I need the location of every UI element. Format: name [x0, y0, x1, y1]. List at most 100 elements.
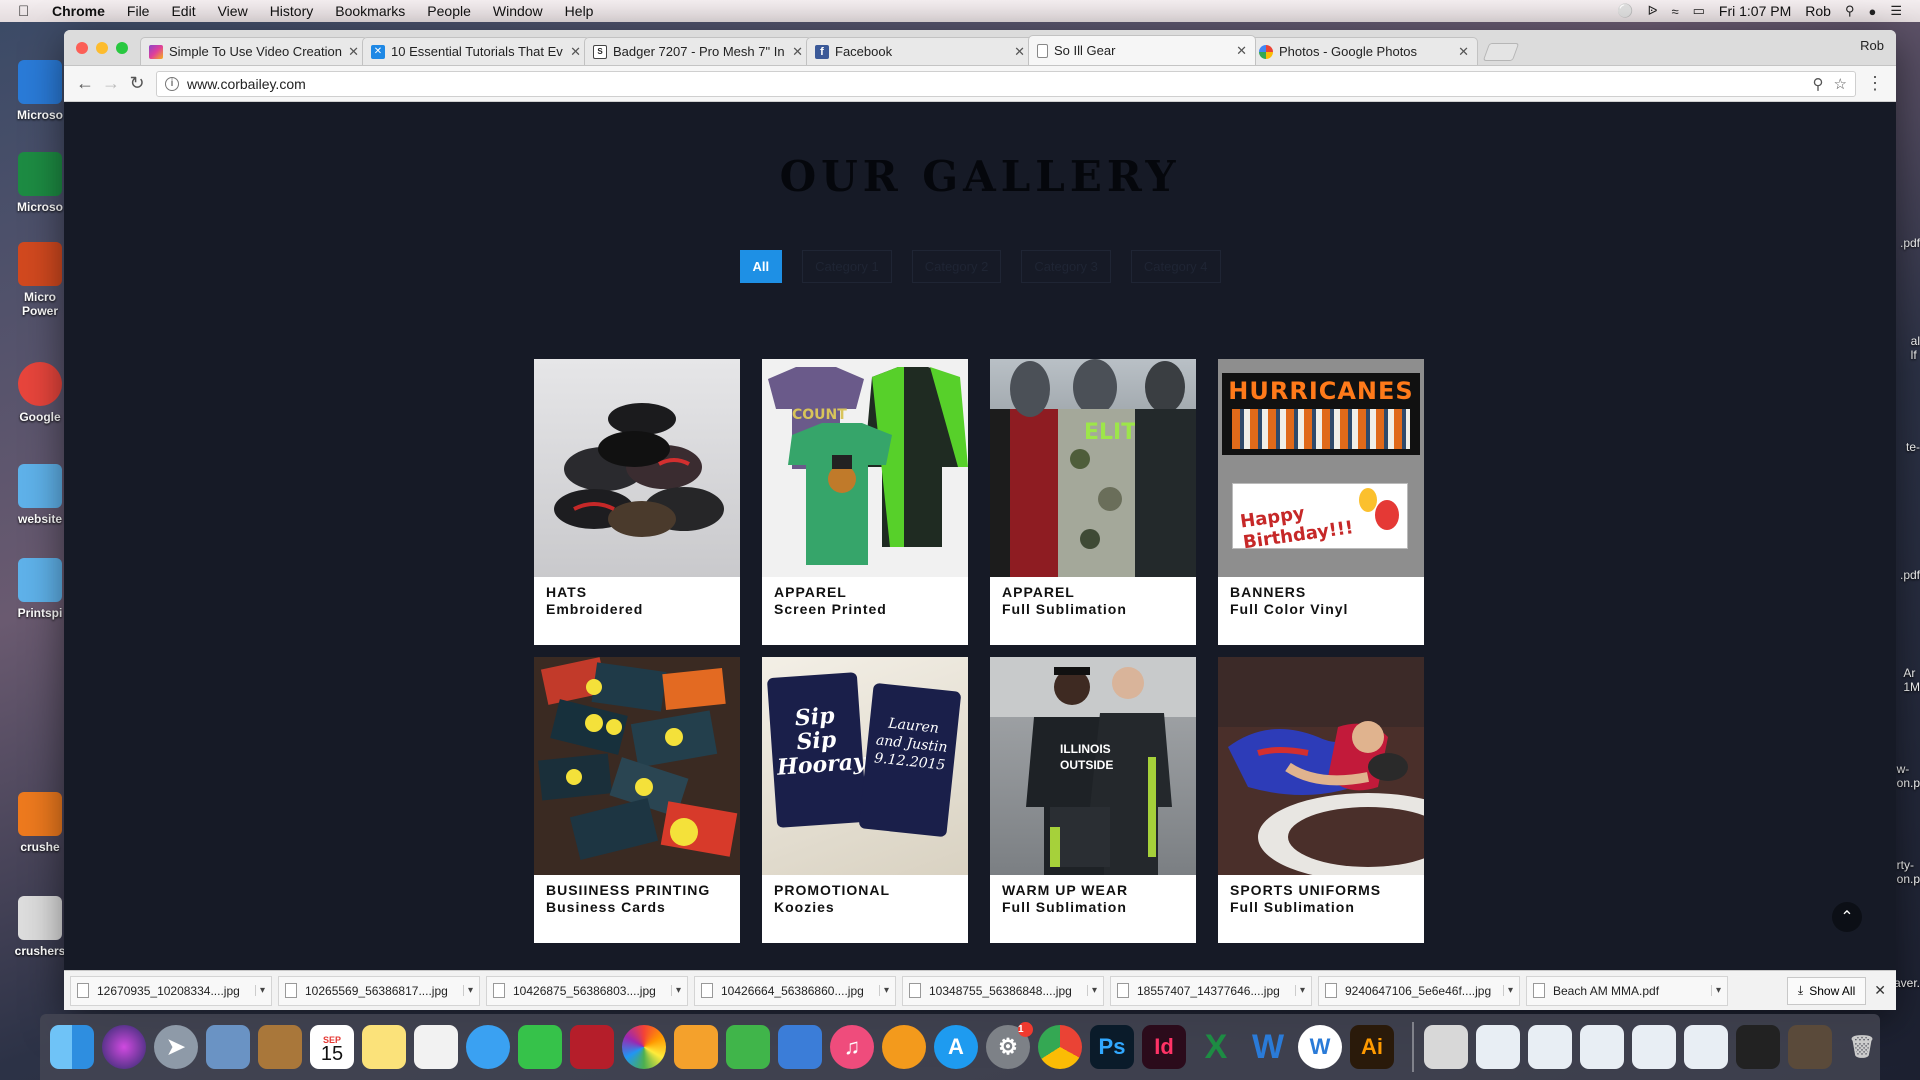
menu-bookmarks[interactable]: Bookmarks	[335, 3, 405, 19]
photos-icon[interactable]	[622, 1025, 666, 1069]
wifi-icon[interactable]: ≈	[1671, 4, 1678, 19]
download-item[interactable]: 10348755_56386848....jpg ▾	[902, 975, 1104, 1006]
close-tab-icon[interactable]: ✕	[1458, 44, 1469, 60]
document-thumbnail-icon[interactable]	[1788, 1025, 1832, 1069]
desktop-file-label[interactable]: te-	[1906, 440, 1920, 454]
finder-icon[interactable]	[50, 1025, 94, 1069]
document-thumbnail-icon[interactable]	[1528, 1025, 1572, 1069]
back-icon[interactable]: ←	[72, 71, 98, 97]
desktop-icon-google-chrome[interactable]: Google	[10, 362, 70, 424]
download-item[interactable]: 10426664_56386860....jpg ▾	[694, 975, 896, 1006]
tab-video-creation[interactable]: Simple To Use Video Creation ✕	[140, 37, 368, 65]
menu-file[interactable]: File	[127, 3, 150, 19]
download-item[interactable]: 12670935_10208334....jpg ▾	[70, 975, 272, 1006]
gallery-card-warm-up-wear[interactable]: ILLINOIS OUTSIDE WARM UP WEAR Full Subli…	[990, 657, 1196, 943]
close-tab-icon[interactable]: ✕	[1014, 44, 1025, 60]
desktop-icon-microsoft-2[interactable]: Microso	[10, 152, 70, 214]
wunderlist-icon[interactable]: W	[1298, 1025, 1342, 1069]
tab-facebook[interactable]: f Facebook ✕	[806, 37, 1034, 65]
menu-history[interactable]: History	[270, 3, 314, 19]
desktop-icon-powerpoint[interactable]: Micro Power	[10, 242, 70, 318]
excel-icon[interactable]: X	[1194, 1025, 1238, 1069]
chevron-down-icon[interactable]: ▾	[1710, 985, 1721, 996]
chevron-down-icon[interactable]: ▾	[878, 985, 889, 996]
koozies-image[interactable]: Sip Sip Hooray! Lauren and Justin 9.12.2…	[762, 657, 968, 875]
tab-google-photos[interactable]: Photos - Google Photos ✕	[1250, 37, 1478, 65]
close-tab-icon[interactable]: ✕	[792, 44, 803, 60]
filter-category-1[interactable]: Category 1	[802, 250, 892, 283]
new-tab-button[interactable]	[1482, 43, 1520, 61]
itunes-icon[interactable]: ♫	[830, 1025, 874, 1069]
close-shelf-icon[interactable]: ✕	[1874, 982, 1886, 999]
pages-icon[interactable]	[674, 1025, 718, 1069]
system-preferences-icon[interactable]: ⚙ 1	[986, 1022, 1033, 1069]
clock[interactable]: Fri 1:07 PM	[1719, 3, 1791, 19]
desktop-file-label[interactable]: al lf	[1911, 334, 1920, 362]
filter-category-3[interactable]: Category 3	[1021, 250, 1111, 283]
address-bar[interactable]: i www.corbailey.com ⚲ ☆	[156, 70, 1856, 97]
tab-so-ill-gear[interactable]: So Ill Gear ✕	[1028, 35, 1256, 65]
scroll-to-top-button[interactable]: ⌃	[1832, 902, 1862, 932]
document-thumbnail-icon[interactable]	[1736, 1025, 1780, 1069]
download-item[interactable]: 10426875_56386803....jpg ▾	[486, 975, 688, 1006]
banners-image[interactable]: HURRICANES Happy Birthday!!!	[1218, 359, 1424, 577]
desktop-icon-crushe[interactable]: crushe	[10, 792, 70, 854]
gallery-card-hats[interactable]: HATS Embroidered	[534, 359, 740, 645]
download-item[interactable]: 18557407_14377646....jpg ▾	[1110, 975, 1312, 1006]
document-thumbnail-icon[interactable]	[1476, 1025, 1520, 1069]
numbers-icon[interactable]	[726, 1025, 770, 1069]
gallery-card-banners[interactable]: HURRICANES Happy Birthday!!! BANNERS Ful…	[1218, 359, 1424, 645]
filter-category-2[interactable]: Category 2	[911, 250, 1002, 283]
download-item[interactable]: Beach AM MMA.pdf ▾	[1526, 975, 1728, 1006]
gallery-card-screen-printed[interactable]: COUNT APPAREL Screen Printed	[762, 359, 968, 645]
close-tab-icon[interactable]: ✕	[348, 44, 359, 60]
menu-view[interactable]: View	[218, 3, 248, 19]
url-text[interactable]: www.corbailey.com	[187, 76, 1803, 92]
tees-image[interactable]: COUNT	[762, 359, 968, 577]
desktop-icon-printspi-folder[interactable]: Printspi	[10, 558, 70, 620]
gallery-card-sports-uniforms[interactable]: SPORTS UNIFORMS Full Sublimation	[1218, 657, 1424, 943]
chrome-icon[interactable]	[1038, 1025, 1082, 1069]
chevron-down-icon[interactable]: ▾	[462, 985, 473, 996]
document-thumbnail-icon[interactable]	[1580, 1025, 1624, 1069]
menu-edit[interactable]: Edit	[171, 3, 195, 19]
menu-app-name[interactable]: Chrome	[52, 3, 105, 19]
preview-icon[interactable]	[206, 1025, 250, 1069]
filter-category-4[interactable]: Category 4	[1130, 250, 1221, 283]
document-thumbnail-icon[interactable]	[1424, 1025, 1468, 1069]
indesign-icon[interactable]: Id	[1142, 1025, 1186, 1069]
siri-icon[interactable]	[102, 1025, 146, 1069]
calendar-icon[interactable]: SEP 15	[310, 1025, 354, 1069]
desktop-file-label[interactable]: .pdf	[1900, 236, 1920, 250]
facetime-icon[interactable]	[518, 1025, 562, 1069]
word-icon[interactable]: W	[1246, 1025, 1290, 1069]
contacts-icon[interactable]	[258, 1025, 302, 1069]
business-cards-image[interactable]	[534, 657, 740, 875]
profile-button[interactable]: Rob	[1860, 38, 1884, 53]
chevron-down-icon[interactable]: ▾	[1086, 985, 1097, 996]
spotlight-icon[interactable]: ⚲	[1845, 3, 1855, 19]
desktop-file-label[interactable]: w- on.p	[1897, 762, 1920, 790]
desktop-icon-website-folder[interactable]: website	[10, 464, 70, 526]
menu-kebab-icon[interactable]: ⋮	[1862, 71, 1888, 97]
close-tab-icon[interactable]: ✕	[1236, 43, 1247, 59]
menu-window[interactable]: Window	[493, 3, 543, 19]
document-thumbnail-icon[interactable]	[1632, 1025, 1676, 1069]
filter-all[interactable]: All	[739, 250, 783, 283]
desktop-file-label[interactable]: .pdf	[1900, 568, 1920, 582]
tab-badger-7207[interactable]: S Badger 7207 - Pro Mesh 7" In ✕	[584, 37, 812, 65]
gallery-card-full-sublimation[interactable]: ELITE APPAREL Full Sublimation	[990, 359, 1196, 645]
gallery-card-promotional[interactable]: Sip Sip Hooray! Lauren and Justin 9.12.2…	[762, 657, 968, 943]
desktop-icon-crushers[interactable]: crushers	[10, 896, 70, 958]
forward-icon[interactable]: →	[98, 71, 124, 97]
bookmark-star-icon[interactable]: ☆	[1834, 75, 1847, 93]
gallery-card-business-printing[interactable]: BUSIINESS PRINTING Business Cards	[534, 657, 740, 943]
show-all-downloads-button[interactable]: ⤓ Show All	[1786, 976, 1867, 1005]
trash-icon[interactable]: 🗑	[1840, 1025, 1884, 1069]
reload-icon[interactable]: ↻	[124, 71, 150, 97]
apple-icon[interactable]: 	[18, 3, 36, 20]
launchpad-icon[interactable]: ➤	[154, 1025, 198, 1069]
download-item[interactable]: 10265569_56386817....jpg ▾	[278, 975, 480, 1006]
chevron-down-icon[interactable]: ▾	[1502, 985, 1513, 996]
info-icon[interactable]: i	[165, 76, 179, 91]
